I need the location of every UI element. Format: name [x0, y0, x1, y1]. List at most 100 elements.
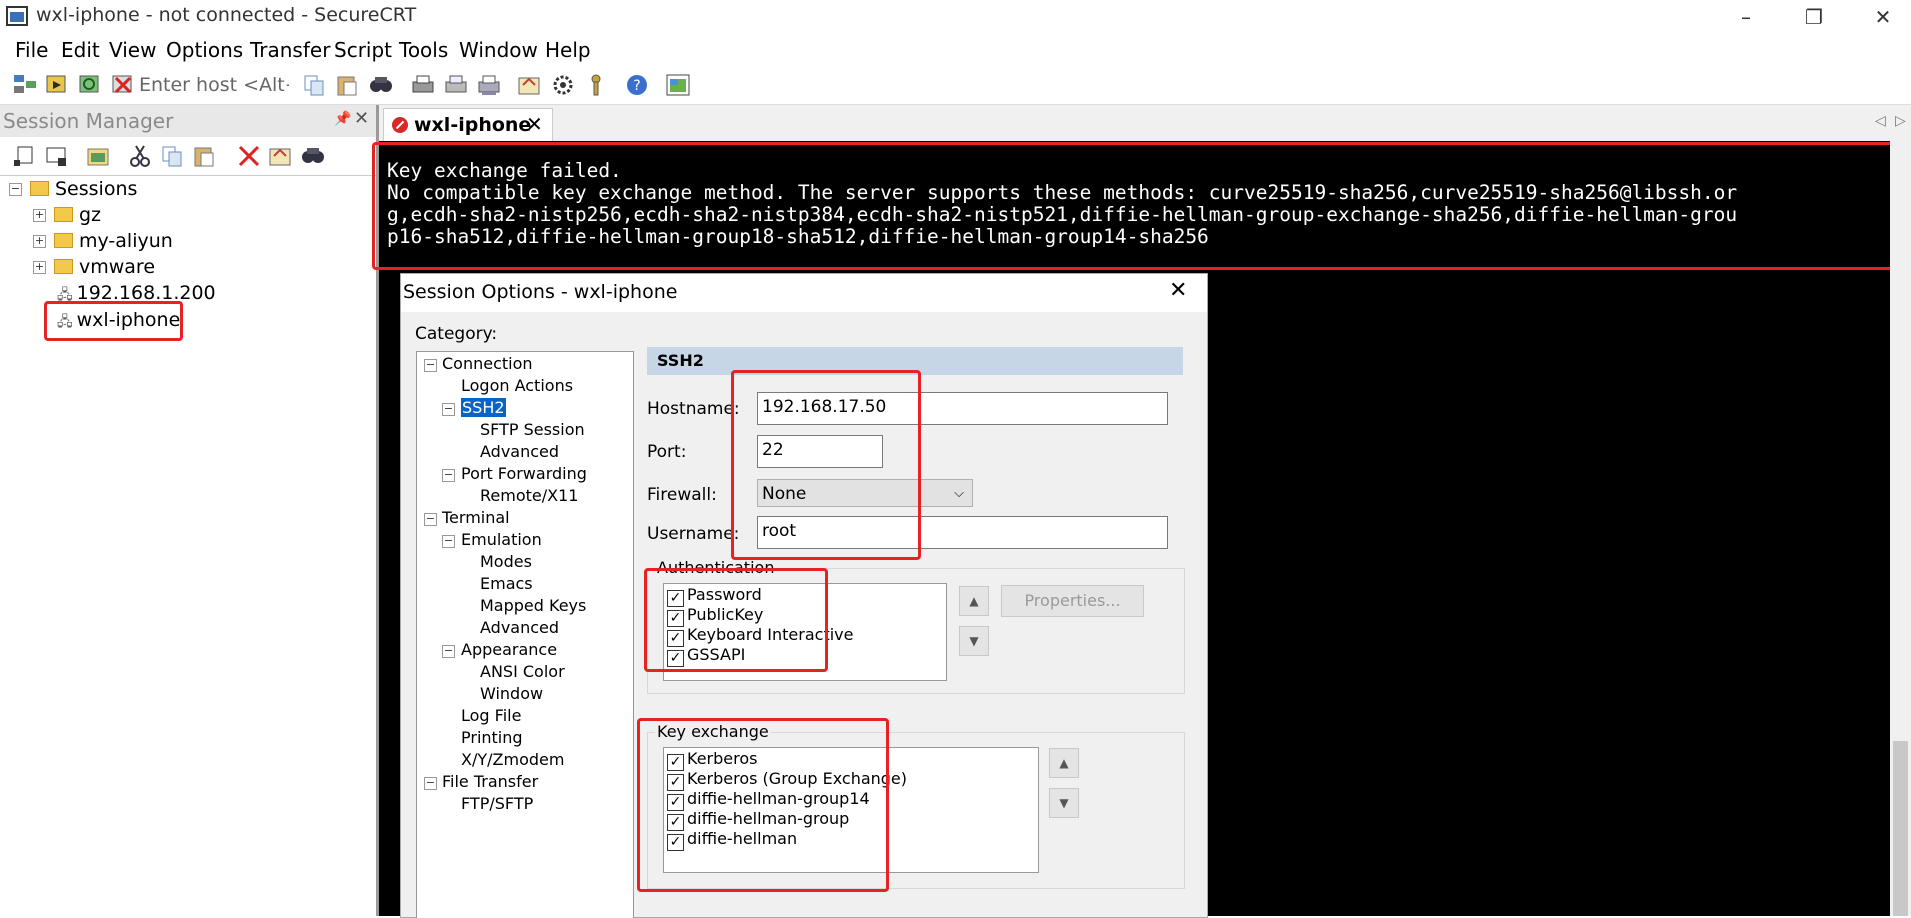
highlight-wxl-iphone — [44, 301, 183, 341]
connect-icon[interactable] — [12, 73, 38, 97]
menu-view[interactable]: View — [109, 38, 156, 62]
print-icon[interactable] — [410, 73, 436, 97]
category-modes[interactable]: Modes — [480, 552, 532, 571]
host-input[interactable]: Enter host <Alt+ — [139, 71, 289, 99]
quick-connect-icon[interactable] — [45, 73, 71, 97]
category-sftp-session[interactable]: SFTP Session — [480, 420, 585, 439]
menu-file[interactable]: File — [15, 38, 48, 62]
session-manager-title: Session Manager — [3, 109, 174, 133]
menu-window[interactable]: Window — [459, 38, 538, 62]
tab-label: wxl-iphone — [414, 114, 532, 136]
appearance-collapse-toggle[interactable]: − — [442, 645, 455, 658]
category-ssh2-advanced[interactable]: Advanced — [480, 442, 559, 461]
tab-strip: ◁ ▷ — [379, 105, 1911, 141]
category-emulation-advanced[interactable]: Advanced — [480, 618, 559, 637]
kex-move-down-button[interactable]: ▼ — [1049, 788, 1079, 818]
help-icon[interactable]: ? — [624, 73, 650, 97]
minimize-button[interactable]: – — [1718, 2, 1774, 32]
category-emulation[interactable]: Emulation — [461, 530, 542, 549]
category-ansi-color[interactable]: ANSI Color — [480, 662, 565, 681]
category-emacs[interactable]: Emacs — [480, 574, 533, 593]
tab-scroll-left-icon[interactable]: ◁ — [1875, 113, 1886, 129]
folder-icon — [30, 181, 49, 196]
tab-wxl-iphone[interactable]: wxl-iphone ✕ — [383, 108, 553, 142]
file-transfer-collapse-toggle[interactable]: − — [424, 777, 437, 790]
menu-help[interactable]: Help — [545, 38, 591, 62]
reconnect-icon[interactable] — [78, 73, 104, 97]
category-remote-x11[interactable]: Remote/X11 — [480, 486, 578, 505]
connect-tab-icon[interactable] — [44, 144, 70, 168]
menu-tools[interactable]: Tools — [399, 38, 448, 62]
terminal-collapse-toggle[interactable]: − — [424, 513, 437, 526]
tree-item-sessions[interactable]: Sessions — [30, 178, 137, 200]
tab-scroll-right-icon[interactable]: ▷ — [1895, 113, 1906, 129]
chevron-down-icon: ⌵ — [954, 486, 964, 501]
category-connection[interactable]: Connection — [442, 354, 533, 373]
session-options-icon[interactable] — [517, 73, 543, 97]
global-options-icon[interactable] — [550, 73, 576, 97]
keymap-icon[interactable] — [583, 73, 609, 97]
tree-item-label: my-aliyun — [79, 230, 173, 252]
disconnect-icon[interactable] — [111, 73, 137, 97]
category-appearance[interactable]: Appearance — [461, 640, 557, 659]
category-printing[interactable]: Printing — [461, 728, 523, 747]
screenshot-icon[interactable] — [665, 73, 691, 97]
menu-script[interactable]: Script — [334, 38, 392, 62]
paste-session-icon[interactable] — [192, 144, 218, 168]
category-ftp-sftp[interactable]: FTP/SFTP — [461, 794, 533, 813]
find-session-icon[interactable] — [300, 144, 326, 168]
svg-text:?: ? — [633, 78, 640, 94]
delete-session-icon[interactable] — [236, 144, 262, 168]
category-port-forwarding[interactable]: Port Forwarding — [461, 464, 587, 483]
auth-move-up-button[interactable]: ▲ — [959, 586, 989, 616]
close-window-button[interactable]: ✕ — [1855, 2, 1911, 32]
tree-item-my-aliyun[interactable]: my-aliyun — [54, 230, 173, 252]
copy-session-icon[interactable] — [160, 144, 186, 168]
connect-session-icon[interactable] — [12, 144, 38, 168]
toolbar: Enter host <Alt+ ? — [0, 66, 1911, 105]
category-mapped-keys[interactable]: Mapped Keys — [480, 596, 586, 615]
dialog-title-bar: Session Options - wxl-iphone ✕ — [401, 274, 1207, 312]
ssh2-collapse-toggle[interactable]: − — [442, 403, 455, 416]
dialog-close-icon[interactable]: ✕ — [1169, 278, 1187, 303]
pin-icon[interactable]: 📌 — [334, 111, 351, 127]
sessions-collapse-toggle[interactable]: − — [9, 183, 22, 196]
highlight-key-exchange — [637, 718, 889, 892]
find-icon[interactable] — [368, 73, 394, 97]
menu-options[interactable]: Options — [166, 38, 243, 62]
new-session-icon[interactable] — [86, 144, 112, 168]
my-aliyun-expand-toggle[interactable]: + — [33, 235, 46, 248]
cut-icon[interactable] — [128, 144, 154, 168]
category-terminal[interactable]: Terminal — [442, 508, 510, 527]
menu-transfer[interactable]: Transfer — [250, 38, 330, 62]
kex-move-up-button[interactable]: ▲ — [1049, 748, 1079, 778]
terminal-scrollbar[interactable] — [1890, 141, 1911, 916]
menu-edit[interactable]: Edit — [61, 38, 100, 62]
gz-expand-toggle[interactable]: + — [33, 209, 46, 222]
category-log-file[interactable]: Log File — [461, 706, 521, 725]
category-window[interactable]: Window — [480, 684, 543, 703]
tree-item-vmware[interactable]: vmware — [54, 256, 155, 278]
tab-close-icon[interactable]: ✕ — [526, 112, 543, 136]
print-setup-icon[interactable] — [476, 73, 502, 97]
category-ssh2[interactable]: SSH2 — [461, 398, 506, 417]
category-file-transfer[interactable]: File Transfer — [442, 772, 538, 791]
copy-icon[interactable] — [302, 73, 328, 97]
port-forwarding-collapse-toggle[interactable]: − — [442, 469, 455, 482]
session-properties-icon[interactable] — [268, 144, 294, 168]
tree-item-gz[interactable]: gz — [54, 204, 101, 226]
emulation-collapse-toggle[interactable]: − — [442, 535, 455, 548]
category-logon-actions[interactable]: Logon Actions — [461, 376, 573, 395]
close-panel-icon[interactable]: ✕ — [354, 108, 369, 129]
highlight-host-fields — [731, 370, 921, 560]
title-bar: wxl-iphone - not connected - SecureCRT –… — [0, 0, 1911, 33]
category-xyzmodem[interactable]: X/Y/Zmodem — [461, 750, 564, 769]
folder-icon — [54, 233, 73, 248]
connection-collapse-toggle[interactable]: − — [424, 359, 437, 372]
auth-move-down-button[interactable]: ▼ — [959, 626, 989, 656]
print-selection-icon[interactable] — [443, 73, 469, 97]
paste-icon[interactable] — [335, 73, 361, 97]
properties-button[interactable]: Properties... — [1001, 585, 1144, 617]
restore-button[interactable]: ❐ — [1786, 2, 1842, 32]
vmware-expand-toggle[interactable]: + — [33, 261, 46, 274]
